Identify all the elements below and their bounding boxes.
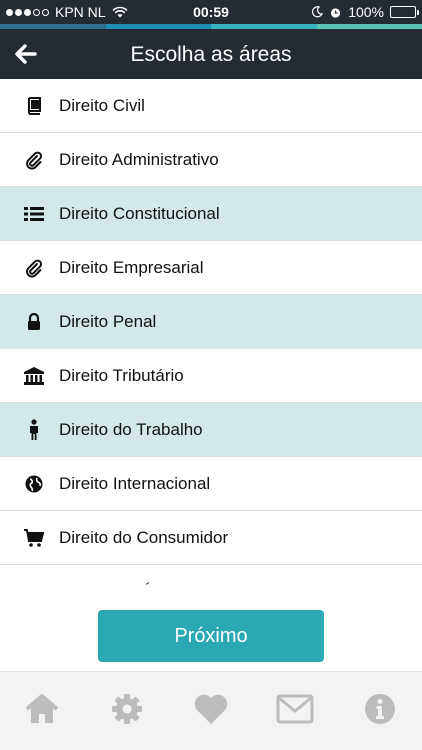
area-label: Direito do Trabalho [59, 419, 203, 439]
area-label: Direito Administrativo [59, 149, 219, 169]
area-row[interactable]: Código de Ética e Disciplina [0, 565, 422, 585]
bank-icon [23, 365, 45, 387]
area-label: Direito Internacional [59, 473, 211, 493]
book-icon [23, 95, 45, 117]
area-row[interactable]: Direito Civil [0, 79, 422, 133]
area-label: Direito Empresarial [59, 257, 204, 277]
alarm-icon [331, 7, 341, 18]
heart-icon [193, 693, 229, 730]
battery-percent: 100% [348, 4, 384, 20]
area-row[interactable]: Direito Tributário [0, 349, 422, 403]
gear-icon [111, 693, 143, 730]
person-icon [23, 418, 45, 441]
tab-heart[interactable] [189, 689, 233, 733]
area-label: Direito Civil [59, 95, 145, 115]
envelope-icon [276, 694, 314, 729]
area-row[interactable]: Direito Constitucional [0, 187, 422, 241]
area-label: Direito Constitucional [59, 203, 220, 223]
area-row[interactable]: Direito Internacional [0, 457, 422, 511]
area-row[interactable]: Direito Empresarial [0, 241, 422, 295]
paperclip-icon [23, 257, 45, 279]
area-row[interactable]: Direito Penal [0, 295, 422, 349]
area-row[interactable]: Direito Administrativo [0, 133, 422, 187]
tab-gear[interactable] [105, 689, 149, 733]
status-bar: KPN NL 00:59 100% [0, 0, 422, 24]
status-right: 100% [311, 4, 419, 20]
home-icon [25, 693, 59, 729]
area-label: Direito do Consumidor [59, 527, 229, 547]
area-label: Direito Tributário [59, 365, 184, 385]
tab-home[interactable] [20, 689, 64, 733]
area-label: Direito Penal [59, 311, 157, 331]
app-header: Escolha as áreas [0, 29, 422, 79]
page-title: Escolha as áreas [130, 43, 292, 66]
area-list[interactable]: Direito Civil Direito Administrativo Direi… [0, 79, 422, 585]
lock-icon [23, 311, 45, 333]
cart-icon [23, 527, 45, 549]
info-icon [364, 693, 396, 730]
paperclip-icon [23, 149, 45, 171]
area-row[interactable]: Direito do Consumidor [0, 511, 422, 565]
tab-info[interactable] [358, 689, 402, 733]
tab-bar [0, 671, 422, 750]
tab-envelope[interactable] [273, 689, 317, 733]
area-row[interactable]: Direito do Trabalho [0, 403, 422, 457]
globe-icon [23, 473, 45, 495]
next-button[interactable]: Próximo [98, 610, 324, 662]
list-icon [23, 203, 45, 225]
moon-icon [312, 6, 324, 18]
next-button-area: Próximo [0, 585, 422, 671]
battery-icon [390, 6, 419, 18]
